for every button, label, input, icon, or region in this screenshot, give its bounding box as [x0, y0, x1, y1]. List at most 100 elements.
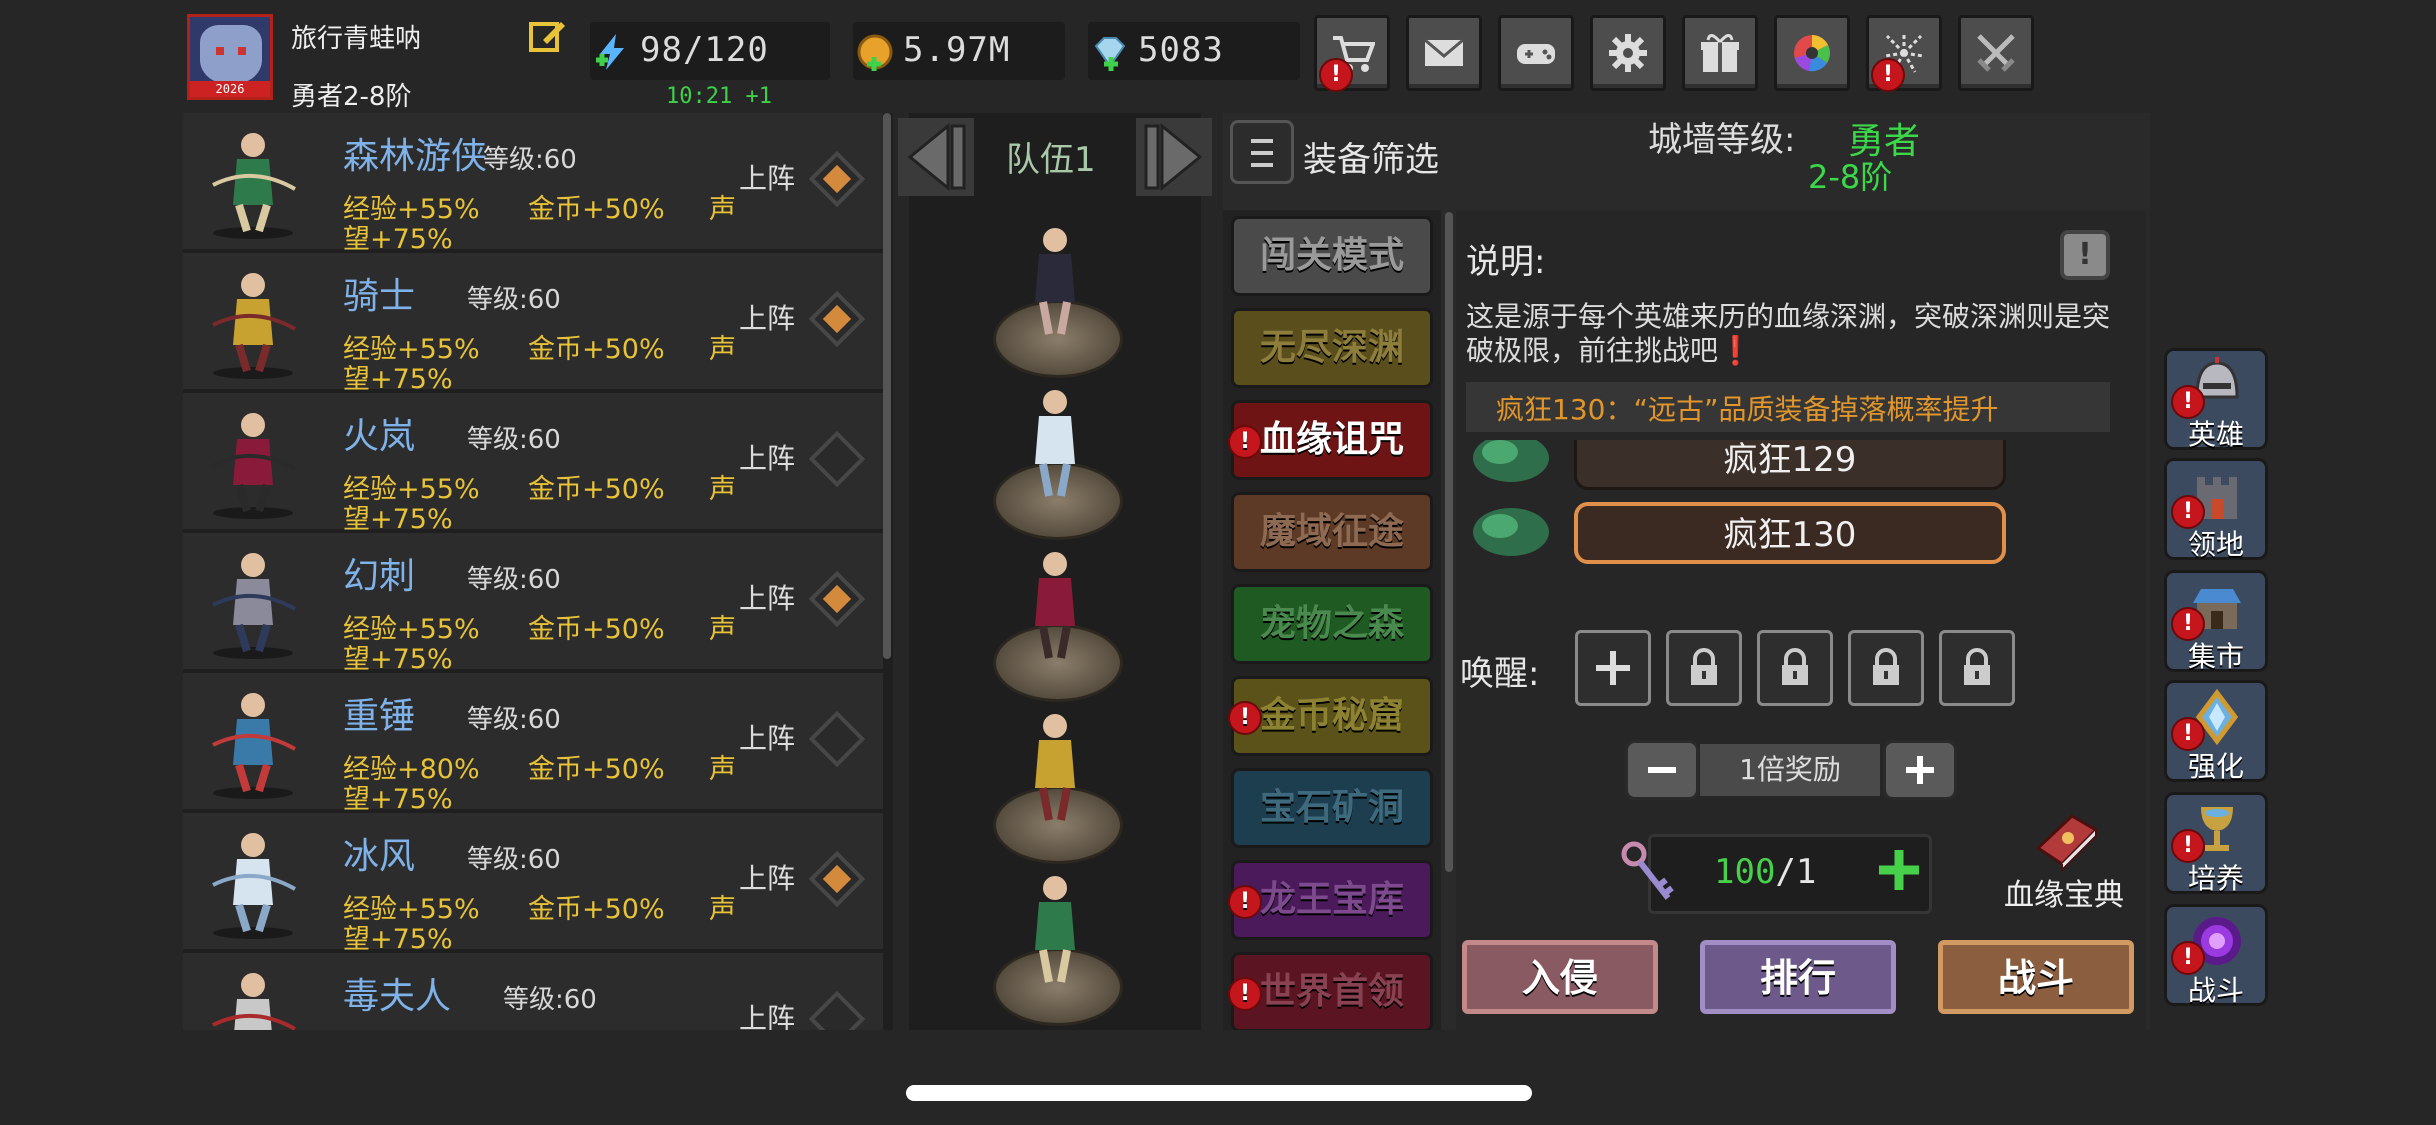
ranking-button[interactable]: 排行 [1700, 940, 1896, 1014]
team-hero-sprite-icon[interactable] [1009, 542, 1101, 670]
team-prev-arrow-icon[interactable] [898, 118, 974, 196]
mode-tab[interactable]: 魔域征途 [1231, 492, 1433, 572]
home-indicator[interactable] [906, 1085, 1532, 1101]
reward-multiplier: 1倍奖励 [1700, 744, 1880, 796]
mode-tab[interactable]: 宝石矿洞 [1231, 768, 1433, 848]
difficulty-label: 疯狂130 [1723, 515, 1857, 555]
mode-tab[interactable]: 闯关模式 [1231, 216, 1433, 296]
equipment-filter-button[interactable] [1230, 120, 1294, 184]
hero-row[interactable]: 火岚 等级:60 经验+55% 金币+50% 声望+75% 上阵 [183, 393, 883, 535]
awaken-slot-locked[interactable] [1757, 630, 1833, 706]
team-hero-sprite-icon[interactable] [1009, 380, 1101, 508]
difficulty-item-selected[interactable]: 疯狂130 [1574, 502, 2006, 564]
deploy-button[interactable]: 上阵 [739, 437, 795, 477]
hero-list[interactable]: 森林游侠 等级:60 经验+55% 金币+50% 声望+75% 上阵 骑士 等级:60 经验+5… [183, 113, 893, 1030]
difficulty-list[interactable]: 疯狂129 疯狂130 [1460, 440, 2060, 584]
add-tickets-plus-icon[interactable] [1877, 848, 1921, 892]
mode-tab[interactable]: 龙王宝库! [1228, 860, 1433, 940]
difficulty-item[interactable]: 疯狂129 [1574, 440, 2006, 490]
mode-label: 宠物之森 [1259, 603, 1404, 644]
hero-row[interactable]: 毒夫人 等级:60 上阵 [183, 953, 883, 1030]
hero-name: 幻刺 [343, 556, 416, 597]
awaken-slot-locked[interactable] [1939, 630, 2015, 706]
hero-gold-bonus: 金币+50% [528, 474, 665, 505]
fireworks-button[interactable]: ! [1866, 15, 1942, 92]
hero-fame-bonus-end: 望+75% [343, 924, 453, 955]
mode-tab[interactable]: 金币秘窟! [1228, 676, 1433, 756]
invade-button[interactable]: 入侵 [1462, 940, 1658, 1014]
settings-gear-button[interactable] [1590, 15, 1666, 91]
hero-fame-bonus-end: 望+75% [343, 364, 453, 395]
deploy-button[interactable]: 上阵 [739, 157, 795, 197]
lock-icon [1873, 648, 1899, 685]
hero-level: 等级:60 [503, 985, 597, 1015]
team-hero-sprite-icon[interactable] [1009, 866, 1101, 994]
battle-button[interactable]: 战斗 [1938, 940, 2134, 1014]
info-button[interactable]: ! [2060, 230, 2110, 280]
awaken-slot-add[interactable] [1575, 630, 1651, 706]
hero-row[interactable]: 幻刺 等级:60 经验+55% 金币+50% 声望+75% 上阵 [183, 533, 883, 675]
gamepad-icon [1517, 44, 1555, 64]
team-hero-sprite-icon[interactable] [1009, 218, 1101, 346]
bloodline-codex-label[interactable]: 血缘宝典 [2004, 870, 2124, 914]
deploy-status-diamond-icon[interactable] [808, 850, 866, 908]
hero-name: 森林游侠 [343, 136, 488, 177]
deploy-status-diamond-icon[interactable] [808, 990, 866, 1030]
team-next-arrow-icon[interactable] [1136, 118, 1212, 196]
awaken-slot-locked[interactable] [1666, 630, 1742, 706]
mode-tab[interactable]: 宠物之森 [1231, 584, 1433, 664]
alert-badge: ! [2171, 385, 2205, 419]
mail-button[interactable] [1406, 15, 1482, 91]
side-nav-castle[interactable]: 领地! [2164, 458, 2268, 561]
hero-fame-bonus-end: 望+75% [343, 784, 453, 815]
side-nav-portal[interactable]: 战斗! [2164, 904, 2268, 1007]
deploy-button[interactable]: 上阵 [739, 577, 795, 617]
mode-list[interactable]: 闯关模式无尽深渊血缘诅咒! 魔域征途宠物之森金币秘窟! 宝石矿洞龙王宝库! 世界首领! [1223, 210, 1441, 1030]
deploy-status-diamond-icon[interactable] [808, 430, 866, 488]
multiplier-decrease-button[interactable] [1625, 740, 1699, 800]
side-nav-helmet[interactable]: 英雄! [2164, 348, 2268, 451]
deploy-status-diamond-icon[interactable] [808, 710, 866, 768]
crossed-swords-button[interactable] [1958, 15, 2034, 91]
deploy-button[interactable]: 上阵 [739, 997, 795, 1030]
multiplier-increase-button[interactable] [1883, 740, 1957, 800]
hero-row[interactable]: 骑士 等级:60 经验+55% 金币+50% 声望+75% 上阵 [183, 253, 883, 395]
mode-tab[interactable]: 世界首领! [1228, 952, 1433, 1030]
deploy-button[interactable]: 上阵 [739, 297, 795, 337]
hero-row[interactable]: 森林游侠 等级:60 经验+55% 金币+50% 声望+75% 上阵 [183, 113, 883, 255]
tickets-value: 100/1 [1714, 852, 1816, 892]
edit-name-icon[interactable] [527, 16, 567, 56]
deploy-status-diamond-icon[interactable] [808, 290, 866, 348]
mode-label: 无尽深渊 [1259, 327, 1404, 368]
team-hero-sprite-icon[interactable] [1009, 704, 1101, 832]
gamepad-button[interactable] [1498, 15, 1574, 91]
awaken-slot-locked[interactable] [1848, 630, 1924, 706]
color-wheel-button[interactable] [1774, 15, 1850, 91]
hero-portrait-icon [212, 973, 296, 1030]
hero-row[interactable]: 重锤 等级:60 经验+80% 金币+50% 声望+75% 上阵 [183, 673, 883, 815]
hero-name: 火岚 [343, 416, 416, 457]
bloodline-codex-book-icon[interactable] [2032, 808, 2102, 874]
alert-badge: ! [1319, 58, 1353, 92]
gift-button[interactable] [1682, 15, 1758, 91]
mode-tab[interactable]: 血缘诅咒! [1228, 400, 1433, 480]
deploy-status-diamond-icon[interactable] [808, 570, 866, 628]
mode-list-scrollbar[interactable] [1445, 212, 1453, 872]
deploy-button[interactable]: 上阵 [739, 717, 795, 757]
plus-icon [1596, 651, 1630, 685]
deploy-status-diamond-icon[interactable] [808, 150, 866, 208]
hero-gold-bonus: 金币+50% [528, 194, 665, 225]
hero-level: 等级:60 [483, 145, 577, 175]
deploy-button[interactable]: 上阵 [739, 857, 795, 897]
side-nav-enhance-crystal[interactable]: 强化! [2164, 680, 2268, 783]
side-nav-chalice[interactable]: 培养! [2164, 792, 2268, 895]
player-avatar[interactable]: 2026 [187, 14, 273, 100]
hero-list-scrollbar[interactable] [883, 113, 891, 659]
gem-display: 5083 [1088, 22, 1300, 80]
mode-tab[interactable]: 无尽深渊 [1231, 308, 1433, 388]
side-nav-market[interactable]: 集市! [2164, 570, 2268, 673]
shop-cart-button[interactable]: ! [1314, 15, 1390, 92]
hero-row[interactable]: 冰风 等级:60 经验+55% 金币+50% 声望+75% 上阵 [183, 813, 883, 955]
gold-coin-icon [857, 34, 893, 71]
equipment-filter-label[interactable]: 装备筛选 [1303, 132, 1439, 181]
